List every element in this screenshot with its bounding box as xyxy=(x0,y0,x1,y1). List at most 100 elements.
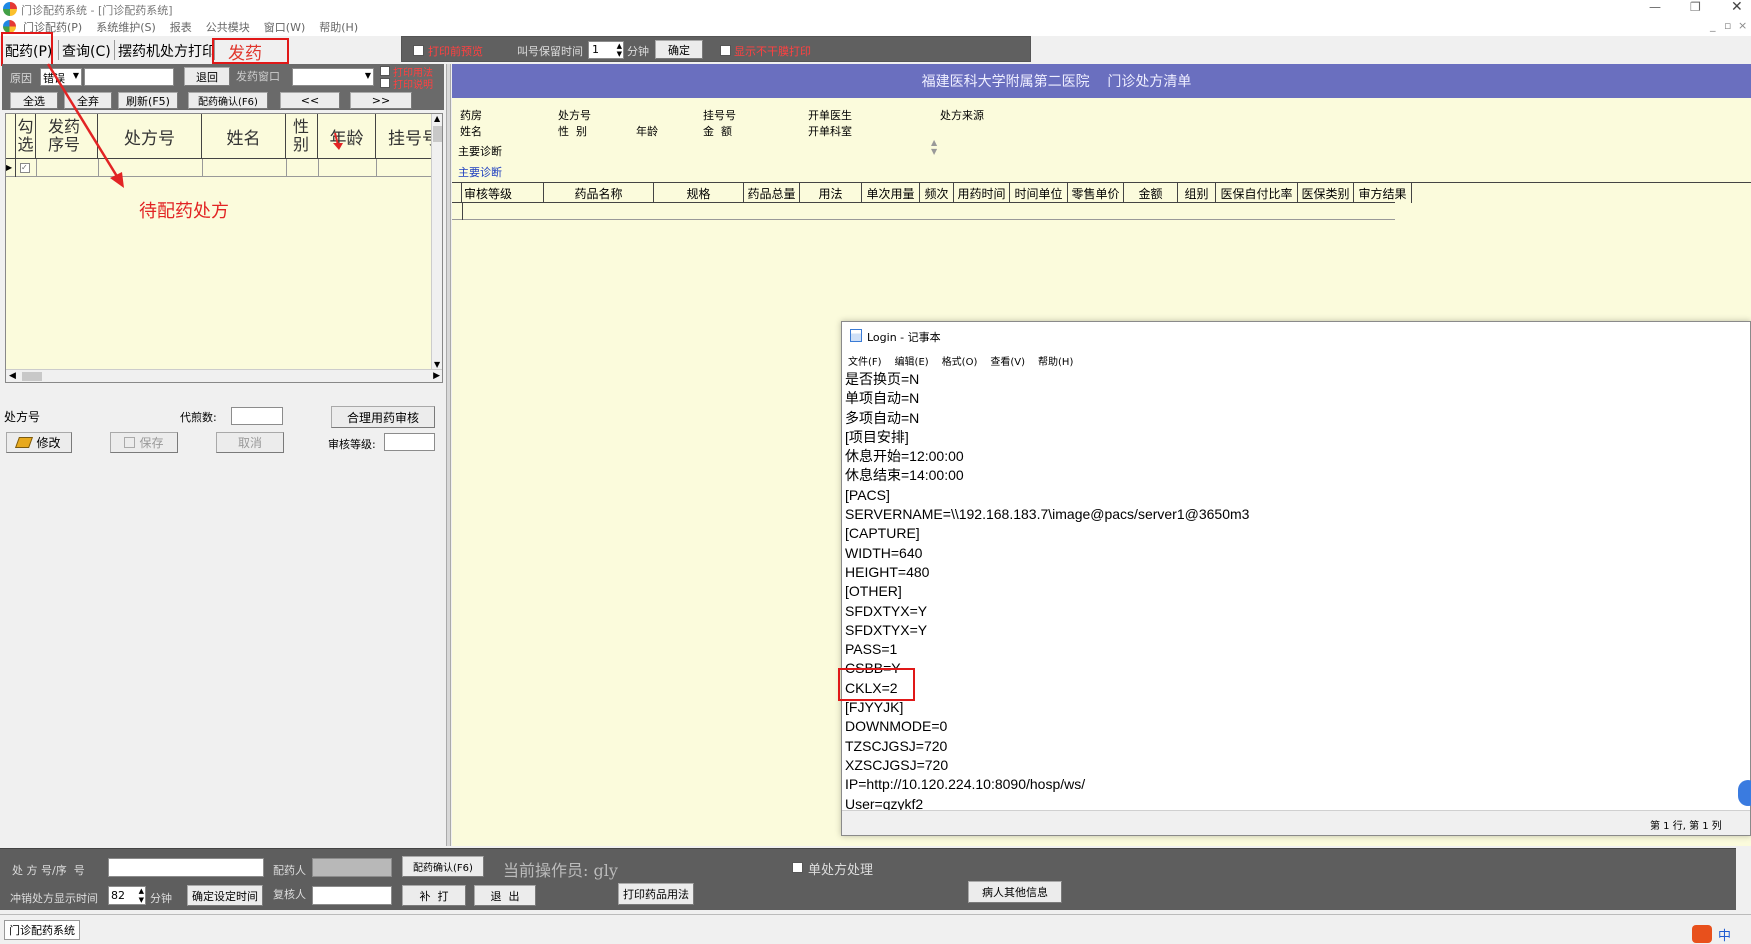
notepad-menu-edit[interactable]: 编辑(E) xyxy=(895,353,929,368)
cancel-button[interactable]: 取消 xyxy=(216,432,284,453)
notepad-editor[interactable]: 是否换页=N 单项自动=N 多项自动=N [项目安排] 休息开始=12:00:0… xyxy=(842,370,1750,810)
flush-time-spinner[interactable]: 82 ▲ ▼ xyxy=(108,886,146,905)
tab-machine-print[interactable]: 摆药机处方打印 xyxy=(118,41,216,61)
notepad-titlebar[interactable]: Login - 记事本 xyxy=(842,322,1750,350)
panel-splitter[interactable] xyxy=(446,64,451,846)
notepad-window[interactable]: Login - 记事本 文件(F) 编辑(E) 格式(O) 查看(V) 帮助(H… xyxy=(838,321,1751,836)
notepad-menu-file[interactable]: 文件(F) xyxy=(848,353,882,368)
notepad-menu-help[interactable]: 帮助(H) xyxy=(1038,353,1073,368)
col-unit-price[interactable]: 零售单价 xyxy=(1068,183,1124,203)
col-total[interactable]: 药品总量 xyxy=(744,183,800,203)
spinner-arrows-icon[interactable]: ▲ ▼ xyxy=(139,887,144,905)
rx-seq-input[interactable] xyxy=(108,858,264,877)
col-check[interactable]: 勾选 xyxy=(16,114,36,159)
print-usage-button[interactable]: 打印药品用法 xyxy=(618,883,694,905)
col-spec[interactable]: 规格 xyxy=(654,183,744,203)
decoct-input[interactable] xyxy=(231,407,283,425)
reprint-button[interactable]: 补 打 xyxy=(402,885,466,906)
col-review-result[interactable]: 审方结果 xyxy=(1354,183,1412,203)
col-reg-no[interactable]: 挂号号 xyxy=(376,114,439,159)
show-no-print-checkbox[interactable] xyxy=(720,45,731,56)
notepad-line: 休息开始=12:00:00 xyxy=(845,448,964,465)
notepad-menu-view[interactable]: 查看(V) xyxy=(990,353,1025,368)
menu-system[interactable]: 系统维护(S) xyxy=(96,19,156,35)
reviewer-input[interactable] xyxy=(312,886,392,905)
rational-check-button[interactable]: 合理用药审核 xyxy=(331,406,435,428)
col-sex[interactable]: 性别 xyxy=(286,114,318,159)
menu-report[interactable]: 报表 xyxy=(170,19,192,35)
app-status-cell: 门诊配药系统 xyxy=(4,920,80,940)
keep-time-spinner[interactable]: 1 ▲ ▼ xyxy=(588,41,624,59)
dispenser-input[interactable] xyxy=(312,858,392,877)
window-select[interactable]: ▼ xyxy=(292,68,374,86)
close-icon[interactable]: ✕ xyxy=(1731,0,1743,15)
col-ins-type[interactable]: 医保类别 xyxy=(1298,183,1354,203)
menu-window[interactable]: 窗口(W) xyxy=(264,19,305,35)
scroll-thumb[interactable] xyxy=(433,126,442,142)
refresh-button[interactable]: 刷新(F5) xyxy=(118,92,178,109)
scroll-thumb-h[interactable] xyxy=(22,372,42,381)
scroll-right-icon[interactable]: ▶ xyxy=(433,371,440,381)
grid-header: 勾选 发药序号 处方号 姓名 性别 年龄 挂号号 xyxy=(6,114,439,159)
col-amount[interactable]: 金额 xyxy=(1124,183,1178,203)
col-audit-level[interactable]: 审核等级 xyxy=(462,183,544,203)
restore-icon[interactable]: ❐ xyxy=(1690,0,1701,14)
col-rx-no[interactable]: 处方号 xyxy=(98,114,202,159)
grid-row[interactable]: ▶ ✓ xyxy=(6,159,431,177)
select-all-button[interactable]: 全选 xyxy=(10,92,58,109)
col-ins-ratio[interactable]: 医保自付比率 xyxy=(1216,183,1298,203)
menu-help[interactable]: 帮助(H) xyxy=(319,19,358,35)
col-seq[interactable]: 发药序号 xyxy=(36,114,98,159)
minimize-icon[interactable]: — xyxy=(1649,0,1661,14)
col-freq[interactable]: 频次 xyxy=(920,183,954,203)
notepad-statusbar: 第 1 行, 第 1 列 xyxy=(842,810,1750,835)
col-dose[interactable]: 单次用量 xyxy=(862,183,920,203)
col-drug-name[interactable]: 药品名称 xyxy=(544,183,654,203)
mdi-restore-icon[interactable]: ▫ xyxy=(1724,19,1731,32)
scroll-down-icon[interactable]: ▼ xyxy=(434,360,440,369)
single-rx-checkbox[interactable] xyxy=(792,862,803,873)
prev-page-button[interactable]: << xyxy=(280,92,340,109)
floating-assist-icon[interactable] xyxy=(1738,780,1751,806)
spinner-arrows-icon[interactable]: ▲ ▼ xyxy=(617,42,622,58)
scroll-spin-icon[interactable]: ▲ ▼ xyxy=(931,138,937,156)
reason-select[interactable]: 错误 ▼ xyxy=(40,68,82,86)
col-name[interactable]: 姓名 xyxy=(202,114,286,159)
confirm-dispense-button[interactable]: 配药确认(F6) xyxy=(188,92,268,109)
vertical-scrollbar[interactable]: ▲ ▼ xyxy=(431,114,442,369)
print-usage-checkbox[interactable] xyxy=(380,66,390,76)
col-time[interactable]: 用药时间 xyxy=(954,183,1010,203)
main-diag-link[interactable]: 主要诊断 xyxy=(458,164,502,180)
set-time-button[interactable]: 确定设定时间 xyxy=(187,885,263,906)
mdi-close-icon[interactable]: × xyxy=(1738,19,1747,32)
print-desc-checkbox[interactable] xyxy=(380,78,390,88)
mdi-minimize-icon[interactable]: _ xyxy=(1710,19,1716,32)
reason-text-input[interactable] xyxy=(84,68,174,86)
bottom-confirm-button[interactable]: 配药确认(F6) xyxy=(402,856,484,877)
return-button[interactable]: 退回 xyxy=(184,67,230,86)
col-group[interactable]: 组别 xyxy=(1178,183,1216,203)
horizontal-scrollbar[interactable]: ◀ ▶ xyxy=(6,369,442,382)
menu-public[interactable]: 公共模块 xyxy=(206,19,250,35)
col-usage[interactable]: 用法 xyxy=(800,183,862,203)
col-age[interactable]: 年龄 xyxy=(318,114,376,159)
notepad-menu-format[interactable]: 格式(O) xyxy=(942,353,978,368)
tab-divider xyxy=(114,40,115,60)
col-time-unit[interactable]: 时间单位 xyxy=(1010,183,1068,203)
row-checkbox[interactable]: ✓ xyxy=(20,163,30,173)
name-label: 姓名 xyxy=(460,125,482,138)
edit-button[interactable]: 修改 xyxy=(6,432,72,453)
next-page-button[interactable]: >> xyxy=(350,92,412,109)
tab-query[interactable]: 查询(C) xyxy=(62,41,111,61)
drug-table-row[interactable] xyxy=(452,203,1395,220)
print-preview-checkbox[interactable] xyxy=(413,45,424,56)
patient-info-button[interactable]: 病人其他信息 xyxy=(968,881,1062,903)
confirm-button[interactable]: 确定 xyxy=(655,40,703,59)
exit-button[interactable]: 退 出 xyxy=(474,885,536,906)
scroll-up-icon[interactable]: ▲ xyxy=(434,114,440,123)
save-button[interactable]: 保存 xyxy=(110,432,178,453)
notepad-line: 多项自动=N xyxy=(845,409,920,426)
audit-level-input[interactable] xyxy=(384,433,435,451)
scroll-left-icon[interactable]: ◀ xyxy=(9,371,16,381)
deselect-all-button[interactable]: 全弃 xyxy=(64,92,112,109)
